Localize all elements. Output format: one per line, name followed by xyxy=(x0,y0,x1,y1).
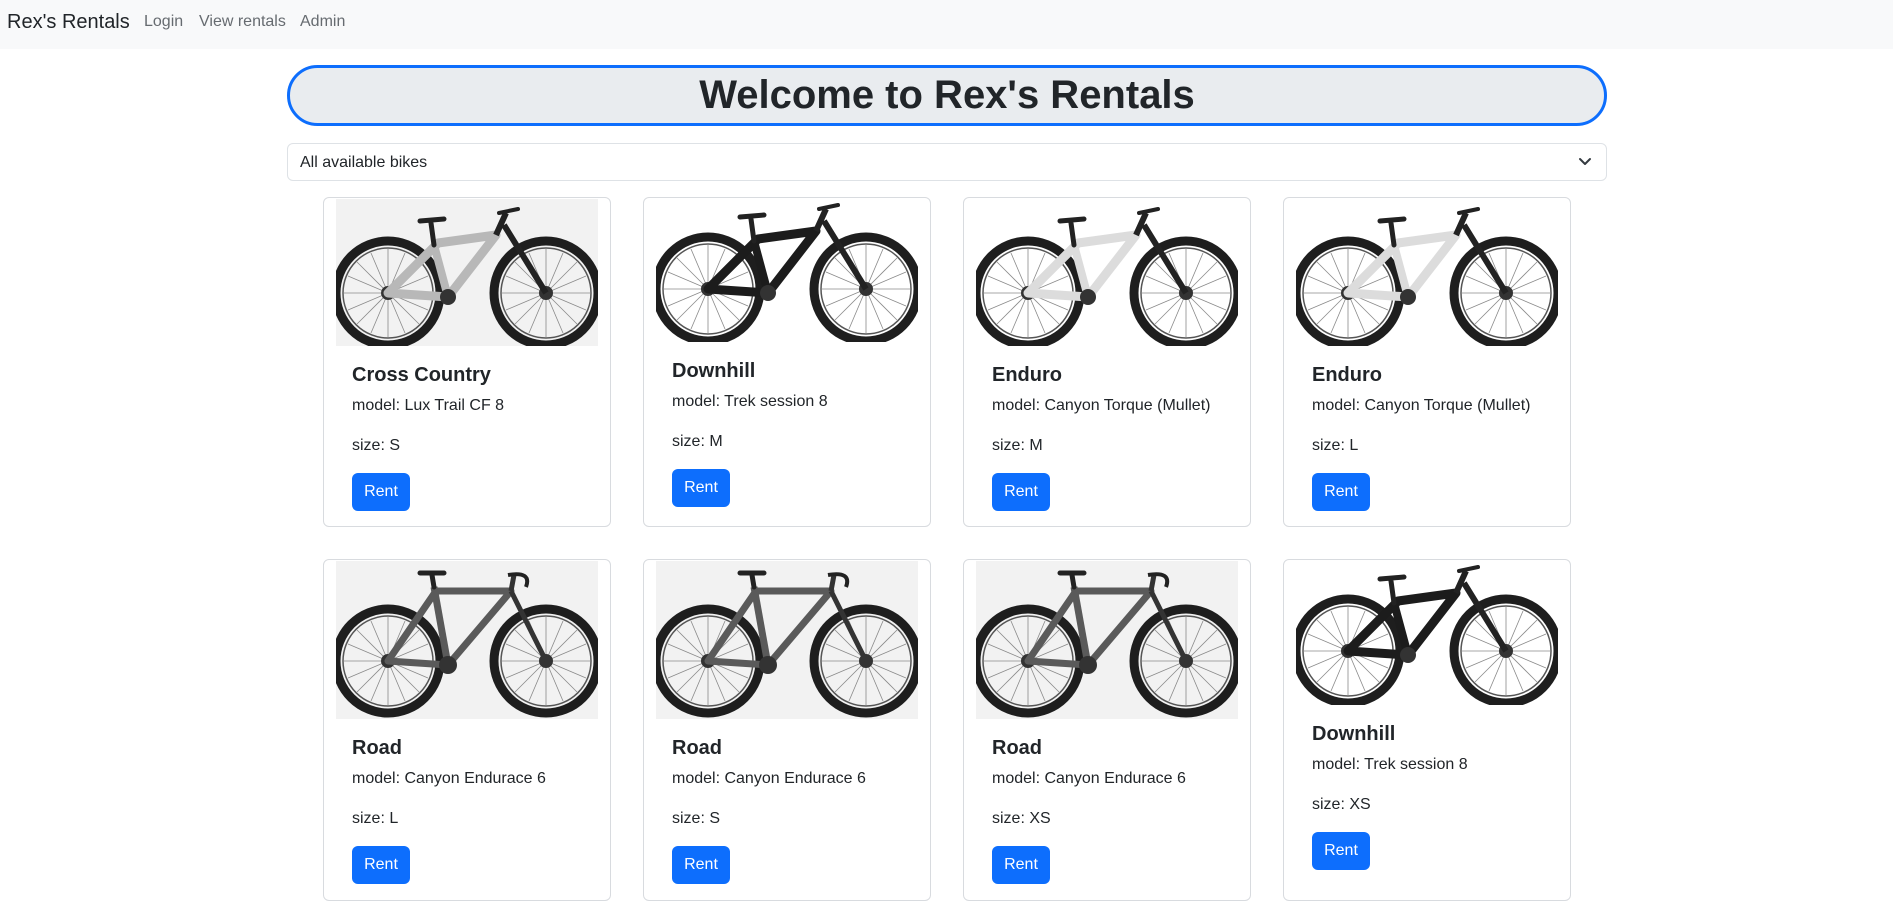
bike-size: size: S xyxy=(672,810,721,827)
bike-card: Downhill model: Trek session 8 size: M R… xyxy=(643,197,931,527)
rent-button[interactable]: Rent xyxy=(1312,832,1370,870)
bike-model: model: Canyon Endurace 6 xyxy=(352,770,546,787)
bike-filter-value: All available bikes xyxy=(300,154,428,171)
nav-link-admin[interactable]: Admin xyxy=(300,12,345,32)
rent-button[interactable]: Rent xyxy=(352,846,410,884)
navbar: Rex's Rentals Login View rentals Admin xyxy=(0,0,1893,49)
bike-image xyxy=(1296,199,1558,346)
rent-button[interactable]: Rent xyxy=(992,473,1050,511)
bike-category: Enduro xyxy=(1312,364,1382,386)
bike-image xyxy=(656,199,918,342)
nav-link-login[interactable]: Login xyxy=(144,12,183,32)
bike-model: model: Canyon Torque (Mullet) xyxy=(1312,397,1531,414)
bike-model: model: Trek session 8 xyxy=(672,393,828,410)
bike-category: Downhill xyxy=(1312,723,1396,745)
bike-size: size: XS xyxy=(1312,796,1371,813)
bike-card: Downhill model: Trek session 8 size: XS … xyxy=(1283,559,1571,901)
bike-card: Cross Country model: Lux Trail CF 8 size… xyxy=(323,197,611,527)
bike-category: Road xyxy=(672,737,722,759)
rent-button[interactable]: Rent xyxy=(672,846,730,884)
bike-size: size: L xyxy=(352,810,399,827)
bike-category: Enduro xyxy=(992,364,1062,386)
bike-image xyxy=(656,561,918,719)
bike-size: size: M xyxy=(992,437,1043,454)
bike-image xyxy=(976,561,1238,719)
bike-category: Road xyxy=(352,737,402,759)
bike-card: Road model: Canyon Endurace 6 size: S Re… xyxy=(643,559,931,901)
bike-card: Road model: Canyon Endurace 6 size: L Re… xyxy=(323,559,611,901)
rent-button[interactable]: Rent xyxy=(1312,473,1370,511)
bike-image xyxy=(1296,561,1558,705)
bike-size: size: M xyxy=(672,433,723,450)
bike-model: model: Lux Trail CF 8 xyxy=(352,397,505,414)
bike-card: Enduro model: Canyon Torque (Mullet) siz… xyxy=(963,197,1251,527)
navbar-brand[interactable]: Rex's Rentals xyxy=(7,10,130,34)
bike-model: model: Trek session 8 xyxy=(1312,756,1468,773)
chevron-down-icon xyxy=(1579,158,1591,165)
bike-filter-select[interactable]: All available bikes xyxy=(287,143,1607,181)
bike-size: size: S xyxy=(352,437,401,454)
bike-card: Enduro model: Canyon Torque (Mullet) siz… xyxy=(1283,197,1571,527)
bike-model: model: Canyon Endurace 6 xyxy=(672,770,866,787)
rent-button[interactable]: Rent xyxy=(672,469,730,507)
bike-model: model: Canyon Endurace 6 xyxy=(992,770,1186,787)
bike-card: Road model: Canyon Endurace 6 size: XS R… xyxy=(963,559,1251,901)
welcome-banner: Welcome to Rex's Rentals xyxy=(287,65,1607,126)
nav-link-view-rentals[interactable]: View rentals xyxy=(199,12,286,32)
rent-button[interactable]: Rent xyxy=(352,473,410,511)
page-title: Welcome to Rex's Rentals xyxy=(699,73,1195,117)
bike-image xyxy=(336,561,598,719)
bike-image xyxy=(976,199,1238,346)
bike-category: Downhill xyxy=(672,360,756,382)
bike-category: Road xyxy=(992,737,1042,759)
bike-category: Cross Country xyxy=(352,364,491,386)
bike-size: size: L xyxy=(1312,437,1359,454)
bike-model: model: Canyon Torque (Mullet) xyxy=(992,397,1211,414)
rent-button[interactable]: Rent xyxy=(992,846,1050,884)
bike-size: size: XS xyxy=(992,810,1051,827)
bike-image xyxy=(336,199,598,346)
